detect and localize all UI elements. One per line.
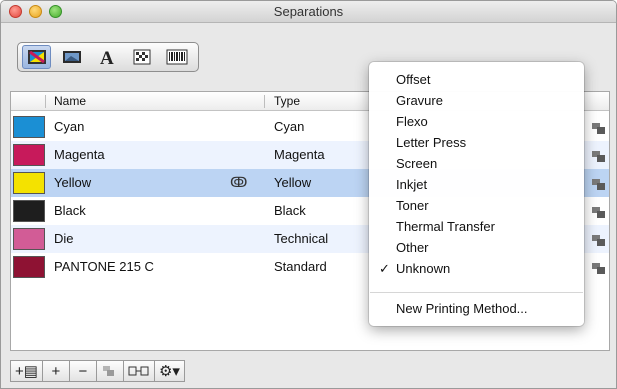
separation-name: Black (54, 203, 86, 218)
add-group-button[interactable]: +▤ (10, 360, 42, 382)
column-divider (264, 95, 265, 108)
color-swatch[interactable] (13, 200, 45, 222)
lock-toggle-icon[interactable] (591, 261, 611, 275)
bottom-toolbar: +▤ + − ⚙▾ (10, 358, 610, 384)
lock-toggle-icon[interactable] (591, 121, 611, 135)
text-view-button[interactable]: A (92, 45, 121, 69)
menu-item-thermal-transfer[interactable]: Thermal Transfer (369, 216, 584, 237)
color-swatch[interactable] (13, 116, 45, 138)
merge-icon (128, 366, 149, 376)
color-swatch[interactable] (13, 172, 45, 194)
view-mode-toolbar: A (17, 42, 199, 72)
menu-item-offset[interactable]: Offset (369, 69, 584, 90)
window-title: Separations (273, 4, 344, 19)
menu-item-unknown[interactable]: ✓ Unknown (369, 258, 584, 279)
color-swatch[interactable] (13, 228, 45, 250)
pattern-view-button[interactable] (128, 45, 157, 69)
printing-method-menu: Offset Gravure Flexo Letter Press Screen… (369, 62, 584, 326)
lock-toggle-icon[interactable] (591, 233, 611, 247)
separation-type[interactable]: Technical (274, 231, 328, 246)
menu-item-toner[interactable]: Toner (369, 195, 584, 216)
color-swatch[interactable] (13, 256, 45, 278)
settings-menu-button[interactable]: ⚙▾ (153, 360, 185, 382)
lock-icon (102, 366, 114, 376)
menu-item-other[interactable]: Other (369, 237, 584, 258)
separation-type[interactable]: Standard (274, 259, 327, 274)
separation-name: Magenta (54, 147, 105, 162)
menu-item-flexo[interactable]: Flexo (369, 111, 584, 132)
remove-button[interactable]: − (68, 360, 96, 382)
pattern-view-icon (133, 49, 151, 65)
swatch-view-icon (27, 50, 46, 64)
barcode-view-icon (166, 49, 188, 65)
separations-window: Separations A Name Type Cyan Cyan Magent… (0, 0, 617, 389)
merge-button[interactable] (122, 360, 154, 382)
svg-text:A: A (100, 48, 114, 66)
separation-name: Yellow (54, 175, 92, 190)
column-header-name[interactable]: Name (54, 94, 86, 108)
separation-name: PANTONE 215 C (54, 259, 154, 274)
lock-button[interactable] (95, 360, 123, 382)
lock-toggle-icon[interactable] (591, 177, 611, 191)
title-bar: Separations (1, 1, 616, 23)
spot-color-icon: ↂ (230, 174, 248, 190)
menu-item-inkjet[interactable]: Inkjet (369, 174, 584, 195)
text-view-icon: A (100, 48, 114, 66)
menu-item-label: Unknown (396, 261, 451, 276)
menu-item-letter-press[interactable]: Letter Press (369, 132, 584, 153)
separation-type[interactable]: Yellow (274, 175, 311, 190)
separation-type[interactable]: Black (274, 203, 306, 218)
separation-type[interactable]: Cyan (274, 119, 304, 134)
menu-separator (370, 292, 583, 293)
column-divider (45, 95, 46, 108)
separation-type[interactable]: Magenta (274, 147, 325, 162)
image-view-button[interactable] (57, 45, 86, 69)
lock-toggle-icon[interactable] (591, 205, 611, 219)
lock-toggle-icon[interactable] (591, 149, 611, 163)
color-swatch[interactable] (13, 144, 45, 166)
menu-item-new-printing-method[interactable]: New Printing Method... (369, 298, 584, 319)
checkmark-icon: ✓ (379, 261, 390, 276)
separation-name: Die (54, 231, 74, 246)
menu-item-screen[interactable]: Screen (369, 153, 584, 174)
menu-item-gravure[interactable]: Gravure (369, 90, 584, 111)
add-button[interactable]: + (41, 360, 69, 382)
image-view-icon (62, 51, 81, 63)
separation-name: Cyan (54, 119, 85, 134)
barcode-view-button[interactable] (163, 45, 192, 69)
swatch-view-button[interactable] (22, 45, 52, 69)
column-header-type[interactable]: Type (274, 94, 300, 108)
